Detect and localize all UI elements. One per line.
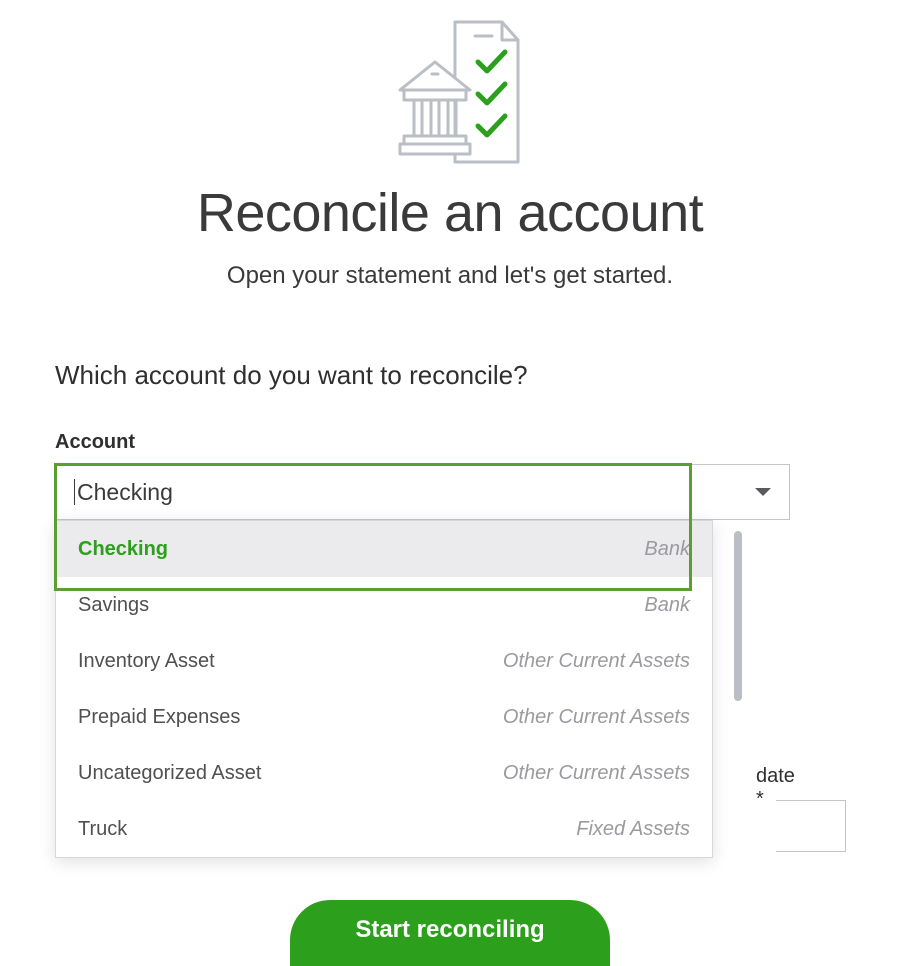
account-select-value: Checking: [77, 479, 173, 506]
chevron-down-icon: [755, 488, 771, 496]
dropdown-option-prepaid-expenses[interactable]: Prepaid Expenses Other Current Assets: [56, 689, 712, 745]
dropdown-option-type: Bank: [644, 594, 690, 617]
dropdown-option-type: Bank: [644, 538, 690, 561]
dropdown-option-name: Uncategorized Asset: [78, 762, 261, 785]
page-title: Reconcile an account: [55, 182, 845, 244]
dropdown-option-savings[interactable]: Savings Bank: [56, 577, 712, 633]
account-field-label: Account: [55, 431, 845, 454]
dropdown-option-type: Other Current Assets: [503, 706, 690, 729]
dropdown-option-name: Checking: [78, 538, 168, 561]
dropdown-option-type: Fixed Assets: [576, 818, 690, 841]
account-select-input[interactable]: Checking: [55, 464, 790, 520]
dropdown-option-name: Savings: [78, 594, 149, 617]
account-dropdown: Checking Bank Savings Bank Inventory Ass…: [55, 520, 713, 858]
start-reconciling-button[interactable]: Start reconciling: [290, 900, 610, 966]
reconcile-hero-icon: [55, 0, 845, 182]
dropdown-option-type: Other Current Assets: [503, 762, 690, 785]
dropdown-option-uncategorized-asset[interactable]: Uncategorized Asset Other Current Assets: [56, 745, 712, 801]
dropdown-option-type: Other Current Assets: [503, 650, 690, 673]
dropdown-option-inventory-asset[interactable]: Inventory Asset Other Current Assets: [56, 633, 712, 689]
text-cursor: [74, 479, 75, 505]
dropdown-option-name: Truck: [78, 818, 127, 841]
page-subtitle: Open your statement and let's get starte…: [55, 262, 845, 290]
dropdown-option-name: Inventory Asset: [78, 650, 215, 673]
dropdown-option-checking[interactable]: Checking Bank: [56, 521, 712, 577]
dropdown-option-name: Prepaid Expenses: [78, 706, 240, 729]
account-question: Which account do you want to reconcile?: [55, 360, 845, 391]
dropdown-scrollbar[interactable]: [734, 531, 742, 701]
ending-date-input-partial[interactable]: [776, 800, 846, 852]
dropdown-option-truck[interactable]: Truck Fixed Assets: [56, 801, 712, 857]
